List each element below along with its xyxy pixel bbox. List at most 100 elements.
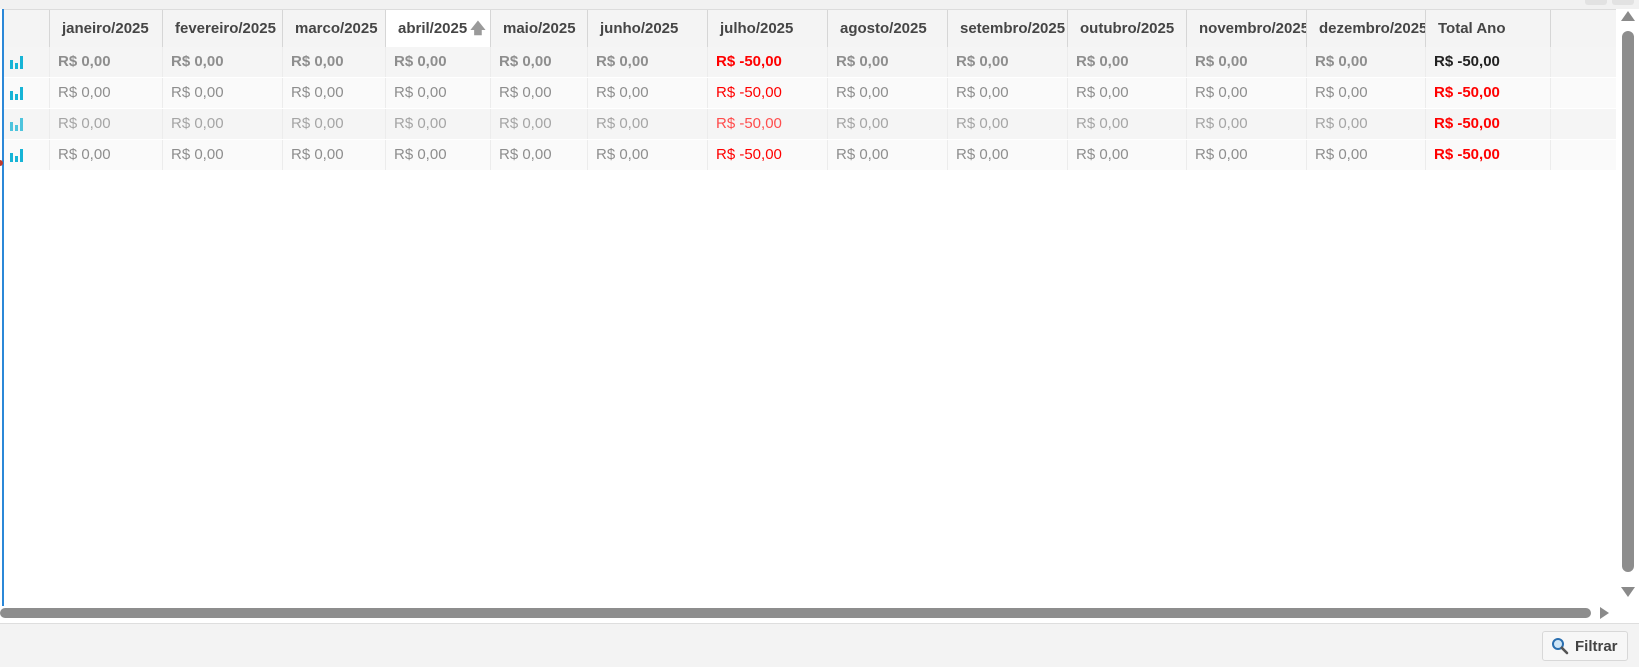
- table-cell[interactable]: R$ 0,00: [948, 109, 1068, 139]
- column-header-label: janeiro/2025: [62, 20, 149, 37]
- table-cell[interactable]: R$ 0,00: [1068, 78, 1187, 108]
- table-cell[interactable]: R$ 0,00: [283, 47, 386, 77]
- table-cell[interactable]: R$ 0,00: [491, 47, 588, 77]
- table-cell[interactable]: R$ 0,00: [948, 140, 1068, 170]
- table-cell[interactable]: R$ 0,00: [50, 140, 163, 170]
- table-cell[interactable]: R$ 0,00: [50, 109, 163, 139]
- table-row[interactable]: R$ 0,00 R$ 0,00 R$ 0,00 R$ 0,00 R$ 0,00 …: [4, 140, 1616, 170]
- table-cell[interactable]: R$ 0,00: [1068, 140, 1187, 170]
- column-header-icon[interactable]: [4, 10, 50, 47]
- table-cell[interactable]: R$ 0,00: [491, 109, 588, 139]
- total-cell[interactable]: R$ -50,00: [1426, 47, 1551, 77]
- vertical-scroll-thumb[interactable]: [1622, 31, 1634, 572]
- column-header-janeiro[interactable]: janeiro/2025: [50, 10, 163, 47]
- grid-footer: Filtrar: [0, 623, 1639, 667]
- table-cell[interactable]: R$ 0,00: [948, 47, 1068, 77]
- column-header-label: junho/2025: [600, 20, 679, 37]
- column-header-label: outubro/2025: [1080, 20, 1175, 37]
- table-cell[interactable]: R$ 0,00: [163, 47, 283, 77]
- table-cell[interactable]: R$ 0,00: [283, 140, 386, 170]
- grid-header: janeiro/2025 fevereiro/2025 marco/2025 a…: [4, 9, 1616, 48]
- sort-ascending-arrow-icon[interactable]: 🡅: [470, 20, 485, 37]
- table-cell[interactable]: R$ 0,00: [1307, 140, 1426, 170]
- scroll-up-arrow-icon[interactable]: [1621, 11, 1635, 21]
- table-cell[interactable]: R$ 0,00: [1068, 47, 1187, 77]
- table-cell[interactable]: R$ 0,00: [828, 140, 948, 170]
- monthly-summary-grid: janeiro/2025 fevereiro/2025 marco/2025 a…: [0, 9, 1616, 607]
- table-cell[interactable]: R$ 0,00: [163, 109, 283, 139]
- column-header-label: fevereiro/2025: [175, 20, 276, 37]
- bar-chart-icon[interactable]: [10, 86, 23, 100]
- table-cell[interactable]: R$ 0,00: [828, 47, 948, 77]
- table-cell[interactable]: R$ 0,00: [828, 109, 948, 139]
- horizontal-scrollbar[interactable]: [0, 606, 1617, 620]
- bar-chart-icon[interactable]: [10, 55, 23, 69]
- table-cell[interactable]: R$ 0,00: [386, 78, 491, 108]
- window-control[interactable]: [1612, 0, 1634, 5]
- column-header-junho[interactable]: junho/2025: [588, 10, 708, 47]
- column-header-abril[interactable]: abril/2025 🡅: [386, 10, 491, 47]
- scroll-down-arrow-icon[interactable]: [1621, 587, 1635, 597]
- total-cell[interactable]: R$ -50,00: [1426, 78, 1551, 108]
- table-cell[interactable]: R$ 0,00: [1307, 78, 1426, 108]
- bar-chart-icon[interactable]: [10, 148, 23, 162]
- table-cell[interactable]: R$ 0,00: [283, 78, 386, 108]
- column-header-total-ano[interactable]: Total Ano: [1426, 10, 1551, 47]
- table-cell[interactable]: R$ 0,00: [491, 140, 588, 170]
- table-cell[interactable]: R$ -50,00: [708, 140, 828, 170]
- table-row[interactable]: R$ 0,00 R$ 0,00 R$ 0,00 R$ 0,00 R$ 0,00 …: [4, 109, 1616, 139]
- column-header-maio[interactable]: maio/2025: [491, 10, 588, 47]
- total-cell[interactable]: R$ -50,00: [1426, 109, 1551, 139]
- table-row[interactable]: R$ 0,00 R$ 0,00 R$ 0,00 R$ 0,00 R$ 0,00 …: [4, 47, 1616, 77]
- column-header-marco[interactable]: marco/2025: [283, 10, 386, 47]
- table-cell[interactable]: R$ -50,00: [708, 78, 828, 108]
- grid-body: R$ 0,00 R$ 0,00 R$ 0,00 R$ 0,00 R$ 0,00 …: [4, 47, 1616, 171]
- total-cell[interactable]: R$ -50,00: [1426, 140, 1551, 170]
- table-cell[interactable]: R$ 0,00: [1307, 47, 1426, 77]
- column-header-label: novembro/2025: [1199, 20, 1307, 37]
- table-cell[interactable]: R$ -50,00: [708, 47, 828, 77]
- window-control[interactable]: [1585, 0, 1607, 5]
- row-chart-button[interactable]: [4, 140, 50, 170]
- column-header-fevereiro[interactable]: fevereiro/2025: [163, 10, 283, 47]
- column-header-setembro[interactable]: setembro/2025: [948, 10, 1068, 47]
- window-top-strip: [0, 0, 1639, 9]
- horizontal-scroll-thumb[interactable]: [0, 608, 1591, 618]
- table-cell[interactable]: R$ 0,00: [588, 140, 708, 170]
- table-cell[interactable]: R$ 0,00: [588, 47, 708, 77]
- bar-chart-icon[interactable]: [10, 117, 23, 131]
- table-cell[interactable]: R$ 0,00: [386, 140, 491, 170]
- row-chart-button[interactable]: [4, 78, 50, 108]
- row-chart-button[interactable]: [4, 109, 50, 139]
- column-header-dezembro[interactable]: dezembro/2025: [1307, 10, 1426, 47]
- table-cell[interactable]: R$ 0,00: [163, 78, 283, 108]
- table-cell[interactable]: R$ 0,00: [491, 78, 588, 108]
- table-cell[interactable]: R$ 0,00: [1187, 47, 1307, 77]
- table-cell[interactable]: R$ 0,00: [386, 47, 491, 77]
- table-cell[interactable]: R$ 0,00: [948, 78, 1068, 108]
- table-row[interactable]: R$ 0,00 R$ 0,00 R$ 0,00 R$ 0,00 R$ 0,00 …: [4, 78, 1616, 108]
- scroll-right-arrow-icon[interactable]: [1600, 607, 1609, 619]
- row-chart-button[interactable]: [4, 47, 50, 77]
- table-cell[interactable]: R$ -50,00: [708, 109, 828, 139]
- column-header-julho[interactable]: julho/2025: [708, 10, 828, 47]
- table-cell[interactable]: R$ 0,00: [828, 78, 948, 108]
- table-cell[interactable]: R$ 0,00: [1187, 78, 1307, 108]
- table-cell[interactable]: R$ 0,00: [588, 78, 708, 108]
- column-header-novembro[interactable]: novembro/2025: [1187, 10, 1307, 47]
- table-cell[interactable]: R$ 0,00: [1068, 109, 1187, 139]
- table-cell[interactable]: R$ 0,00: [283, 109, 386, 139]
- vertical-scrollbar[interactable]: [1617, 9, 1639, 607]
- column-header-agosto[interactable]: agosto/2025: [828, 10, 948, 47]
- table-cell[interactable]: R$ 0,00: [1187, 140, 1307, 170]
- table-cell[interactable]: R$ 0,00: [1187, 109, 1307, 139]
- table-cell[interactable]: R$ 0,00: [50, 78, 163, 108]
- table-cell[interactable]: R$ 0,00: [588, 109, 708, 139]
- table-cell[interactable]: R$ 0,00: [1307, 109, 1426, 139]
- column-header-outubro[interactable]: outubro/2025: [1068, 10, 1187, 47]
- filter-button[interactable]: Filtrar: [1542, 631, 1628, 661]
- table-cell[interactable]: R$ 0,00: [163, 140, 283, 170]
- column-header-label: abril/2025: [398, 20, 468, 37]
- table-cell[interactable]: R$ 0,00: [386, 109, 491, 139]
- table-cell[interactable]: R$ 0,00: [50, 47, 163, 77]
